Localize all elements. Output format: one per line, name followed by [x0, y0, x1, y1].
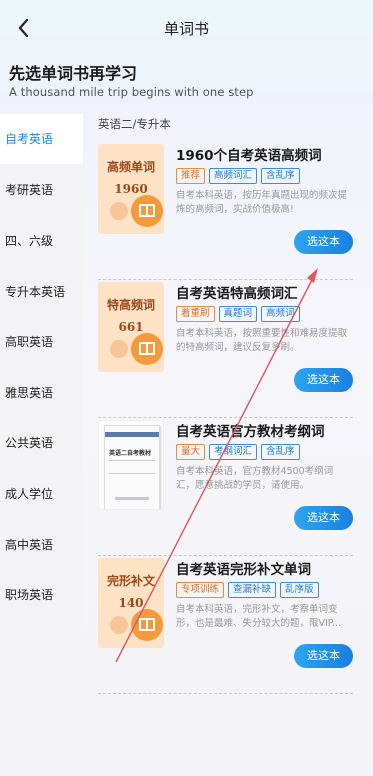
book-title: 自考英语特高频词汇 [176, 286, 298, 302]
sidebar-item-kaoyan[interactable]: 考研英语 [0, 165, 83, 215]
tag: 含乱序 [261, 444, 300, 460]
book-title: 自考英语完形补文单词 [176, 562, 311, 578]
sidebar-item-gaozhi[interactable]: 高职英语 [0, 317, 83, 367]
book-description: 自考本科英语，完形补文，考察单词变形，也是最难、失分较大的题，限VIP... [176, 604, 342, 629]
tag: 高频词 [261, 306, 300, 322]
tag: 量大 [176, 444, 206, 460]
book-description: 自考本科英语，官方教材4500考纲词汇，愿意挑战的学员，请使用。 [176, 466, 334, 491]
book-title: 自考英语官方教材考纲词 [176, 424, 325, 440]
book-icon [131, 609, 163, 641]
book-card: 特高频词 661 自考英语特高频词汇 着重刷 真题词 高频词 自考本科英语，按照… [98, 280, 353, 418]
book-card: 高频单词 1960 1960个自考英语高频词 推荐 高频词汇 含乱序 自考本科英… [98, 142, 353, 280]
select-book-button[interactable]: 选这本 [294, 230, 353, 254]
tag-list: 推荐 高频词汇 含乱序 [176, 168, 300, 184]
tag: 专项训练 [176, 582, 225, 598]
tag: 真题词 [218, 306, 258, 322]
book-description: 自考本科英语，按照重要性和难易度提取的特高频词，建议反复多刷。 [176, 328, 348, 353]
hero-title: 先选单词书再学习 [9, 64, 138, 83]
cover-title: 特高频词 [106, 298, 155, 312]
book-icon [131, 333, 163, 365]
cover-title: 完形补文 [106, 574, 155, 588]
cover-title: 英语二自考教材 [109, 450, 152, 457]
select-book-button[interactable]: 选这本 [294, 368, 353, 392]
sidebar-item-ielts[interactable]: 雅思英语 [0, 368, 83, 418]
book-cover: 完形补文 140 [98, 558, 164, 648]
tag-list: 着重刷 真题词 高频词 [176, 306, 300, 322]
sidebar-item-workplace[interactable]: 职场英语 [0, 570, 83, 620]
tag: 乱序版 [280, 582, 319, 598]
tag: 高频词汇 [209, 168, 258, 184]
tag: 推荐 [176, 168, 206, 184]
top-bar: 单词书 [0, 0, 373, 56]
sidebar-item-adult-degree[interactable]: 成人学位 [0, 469, 83, 519]
book-cover: 高频单词 1960 [98, 144, 164, 234]
book-icon [131, 195, 163, 227]
section-label: 英语二/专升本 [98, 117, 171, 131]
book-card: 英语二自考教材 自考英语官方教材考纲词 量大 考纲词汇 含乱序 自考本科英语，官… [98, 418, 353, 556]
tag-list: 专项训练 查漏补缺 乱序版 [176, 582, 319, 598]
sidebar-item-highschool[interactable]: 高中英语 [0, 520, 83, 570]
select-book-button[interactable]: 选这本 [294, 644, 353, 668]
sidebar-item-zhuanshengben[interactable]: 专升本英语 [0, 267, 83, 317]
category-sidebar: 自考英语 考研英语 四、六级 专升本英语 高职英语 雅思英语 公共英语 成人学位… [0, 112, 83, 776]
tag: 着重刷 [176, 306, 215, 322]
tag: 查漏补缺 [228, 582, 277, 598]
sidebar-item-public[interactable]: 公共英语 [0, 418, 83, 468]
cover-title: 高频单词 [106, 160, 155, 174]
select-book-button[interactable]: 选这本 [294, 506, 353, 530]
book-list: 英语二/专升本 高频单词 1960 1960个自考英语高频词 推荐 高频词汇 含… [83, 112, 373, 776]
book-card: 完形补文 140 自考英语完形补文单词 专项训练 查漏补缺 乱序版 自考本科英语… [98, 556, 353, 694]
book-description: 自考本科英语，按历年真题出现的频次提炼的高频词，实战价值极高! [176, 190, 348, 215]
book-cover: 特高频词 661 [98, 282, 164, 372]
sidebar-item-zikao[interactable]: 自考英语 [0, 114, 83, 164]
sidebar-item-cet[interactable]: 四、六级 [0, 216, 83, 266]
hero-subtitle: A thousand mile trip begins with one ste… [9, 85, 254, 99]
book-title: 1960个自考英语高频词 [176, 148, 322, 164]
tag: 含乱序 [261, 168, 300, 184]
book-cover-photo: 英语二自考教材 [98, 420, 164, 510]
page-title: 单词书 [163, 20, 209, 38]
tag-list: 量大 考纲词汇 含乱序 [176, 444, 300, 460]
tag: 考纲词汇 [209, 444, 258, 460]
